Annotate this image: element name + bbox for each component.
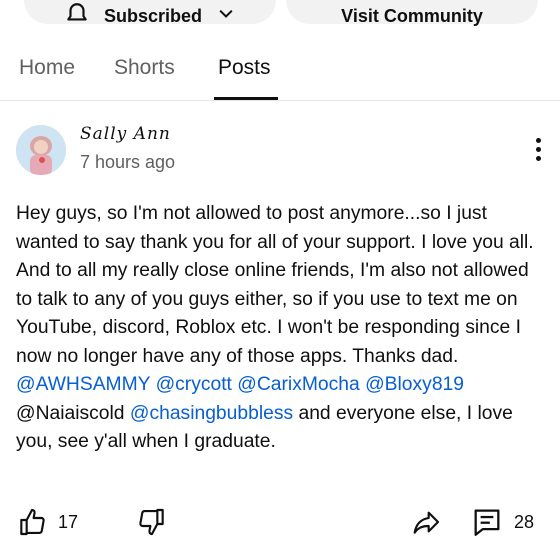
channel-action-buttons: Subscribed Visit Community: [0, 0, 560, 26]
post-text: Hey guys, so I'm not allowed to post any…: [16, 200, 544, 457]
tab-shorts[interactable]: Shorts: [114, 56, 175, 80]
tab-posts[interactable]: Posts: [218, 56, 271, 80]
avatar[interactable]: [16, 125, 66, 175]
tab-home[interactable]: Home: [19, 56, 75, 80]
comment-button[interactable]: 28: [470, 504, 534, 540]
mention-link[interactable]: @crycott: [156, 374, 232, 395]
thumbs-up-icon: [20, 508, 45, 536]
subscribed-button[interactable]: Subscribed: [24, 0, 276, 26]
mention-link[interactable]: @CarixMocha: [237, 374, 359, 395]
like-button[interactable]: 17: [16, 504, 78, 540]
channel-tabs: Home Shorts Posts: [0, 40, 560, 101]
mention-link[interactable]: @Bloxy819: [365, 374, 464, 395]
more-vert-icon[interactable]: [528, 136, 550, 164]
mention-link[interactable]: @chasingbubbless: [130, 403, 293, 424]
share-icon: [413, 511, 440, 534]
post-time: 7 hours ago: [80, 152, 176, 172]
active-tab-indicator: [214, 97, 278, 100]
comment-icon: [474, 509, 500, 536]
post-text-intro: Hey guys, so I'm not allowed to post any…: [16, 203, 534, 367]
share-button[interactable]: [410, 504, 442, 540]
chevron-down-icon: [219, 9, 233, 18]
subscribed-label: Subscribed: [103, 5, 203, 26]
plain-mention-text: @Naiaiscold: [16, 402, 125, 424]
post-author[interactable]: Sally Ann: [80, 124, 171, 144]
visit-community-label: Visit Community: [341, 5, 483, 26]
post-actions: 17 28: [0, 500, 560, 544]
dislike-button[interactable]: [136, 504, 168, 540]
thumbs-down-icon: [139, 508, 164, 536]
bell-icon: [67, 3, 87, 21]
avatar-image: [16, 125, 66, 175]
like-count: 17: [58, 511, 79, 532]
comment-count: 28: [514, 511, 535, 532]
mention-link[interactable]: @AWHSAMMY: [16, 374, 150, 395]
visit-community-button[interactable]: Visit Community: [286, 0, 538, 26]
